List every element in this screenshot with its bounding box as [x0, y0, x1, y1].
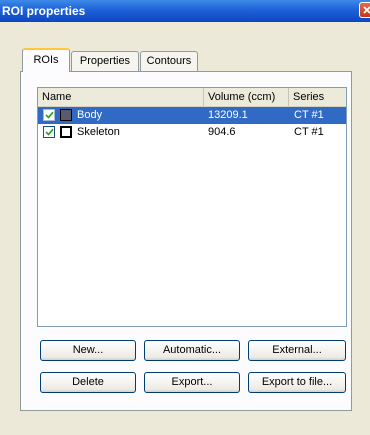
column-header-name[interactable]: Name	[38, 88, 204, 106]
roi-list[interactable]: Name Volume (ccm) Series Body 13209.1 CT…	[37, 87, 347, 327]
delete-button[interactable]: Delete	[40, 372, 136, 393]
visibility-checkbox[interactable]	[43, 126, 55, 138]
tab-contours[interactable]: Contours	[140, 51, 198, 71]
roi-color-swatch[interactable]	[60, 109, 72, 121]
close-button[interactable]	[359, 2, 370, 18]
list-item-skeleton[interactable]: Skeleton 904.6 CT #1	[38, 124, 346, 141]
external-button[interactable]: External...	[248, 340, 346, 361]
window-title: ROI properties	[2, 4, 86, 18]
close-icon	[363, 6, 370, 14]
checkmark-icon	[45, 128, 54, 136]
visibility-checkbox[interactable]	[43, 109, 55, 121]
checkmark-icon	[45, 111, 54, 119]
tab-label: ROIs	[33, 54, 59, 66]
roi-color-swatch[interactable]	[60, 126, 72, 138]
roi-name: Body	[77, 109, 103, 121]
column-header-volume[interactable]: Volume (ccm)	[204, 88, 289, 106]
tab-label: Properties	[79, 55, 131, 67]
new-button[interactable]: New...	[40, 340, 136, 361]
tab-properties[interactable]: Properties	[71, 51, 139, 71]
roi-properties-window: ROI properties ROIs Properties Contours …	[0, 0, 370, 435]
export-button[interactable]: Export...	[144, 372, 240, 393]
roi-volume: 904.6	[208, 126, 236, 138]
roi-volume: 13209.1	[208, 109, 248, 121]
list-header: Name Volume (ccm) Series	[38, 88, 346, 107]
title-bar[interactable]: ROI properties	[0, 0, 370, 22]
export-to-file-button[interactable]: Export to file...	[248, 372, 346, 393]
roi-name: Skeleton	[77, 126, 120, 138]
column-header-series[interactable]: Series	[289, 88, 346, 106]
roi-series: CT #1	[294, 126, 324, 138]
automatic-button[interactable]: Automatic...	[144, 340, 240, 361]
tab-label: Contours	[146, 55, 192, 67]
list-item-body[interactable]: Body 13209.1 CT #1	[38, 107, 346, 124]
roi-series: CT #1	[294, 109, 324, 121]
tab-rois[interactable]: ROIs	[22, 48, 70, 72]
